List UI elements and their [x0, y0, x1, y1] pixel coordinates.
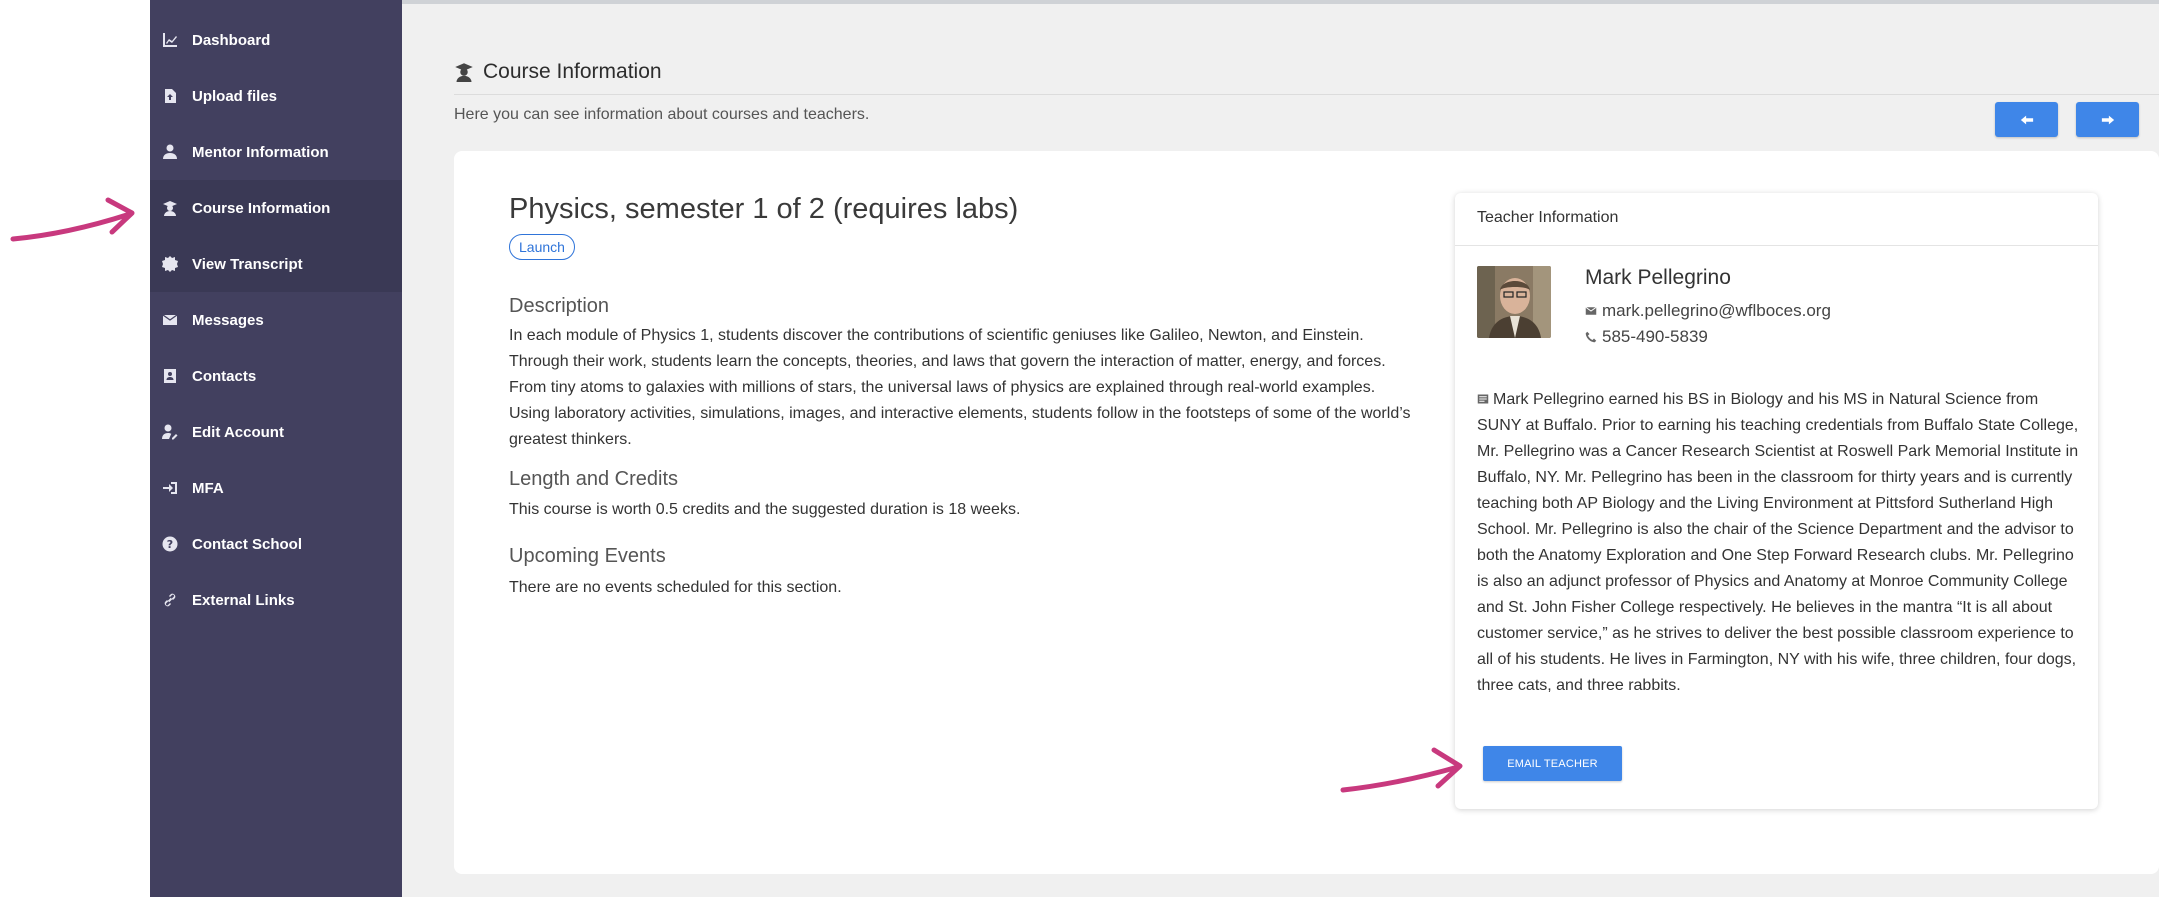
- sidebar-item-contact-school[interactable]: ? Contact School: [150, 516, 402, 572]
- sidebar-item-label: Messages: [192, 311, 264, 329]
- link-icon: [159, 589, 181, 611]
- annotation-arrow-sidebar: [10, 197, 135, 242]
- annotation-arrow-email: [1340, 747, 1463, 793]
- envelope-icon: [159, 309, 181, 331]
- teacher-card: Teacher Information Mark Pellegrino mark…: [1455, 193, 2098, 809]
- teacher-bio: Mark Pellegrino earned his BS in Biology…: [1477, 387, 2082, 699]
- sidebar-item-label: External Links: [192, 591, 295, 609]
- file-upload-icon: [159, 85, 181, 107]
- teacher-bio-text: Mark Pellegrino earned his BS in Biology…: [1477, 391, 2079, 694]
- sidebar-item-messages[interactable]: Messages: [150, 292, 402, 348]
- svg-text:?: ?: [167, 538, 173, 551]
- question-circle-icon: ?: [159, 533, 181, 555]
- envelope-icon: [1585, 306, 1597, 315]
- previous-button[interactable]: [1995, 102, 2058, 137]
- sidebar-item-mentor-information[interactable]: Mentor Information: [150, 124, 402, 180]
- launch-button[interactable]: Launch: [509, 234, 575, 260]
- top-border: [402, 0, 2159, 8]
- main-content: Course Information Here you can see info…: [402, 8, 2159, 897]
- page-subtitle: Here you can see information about cours…: [454, 106, 870, 123]
- page-title-text: Course Information: [483, 60, 662, 83]
- badge-icon: [159, 253, 181, 275]
- graduate-icon: [159, 197, 181, 219]
- header-divider: [454, 94, 2159, 95]
- sidebar-item-label: Contacts: [192, 367, 257, 385]
- sidebar-item-upload-files[interactable]: Upload files: [150, 68, 402, 124]
- arrow-left-icon: [2020, 115, 2033, 124]
- user-tie-icon: [159, 141, 181, 163]
- sidebar-item-dashboard[interactable]: Dashboard: [150, 12, 402, 68]
- user-edit-icon: [159, 421, 181, 443]
- description-text: In each module of Physics 1, students di…: [509, 327, 1411, 448]
- teacher-name: Mark Pellegrino: [1585, 266, 1731, 289]
- events-heading: Upcoming Events: [509, 545, 666, 567]
- teacher-card-divider: [1455, 245, 2098, 246]
- teacher-email[interactable]: mark.pellegrino@wflboces.org: [1585, 301, 1831, 321]
- sidebar-item-label: Contact School: [192, 535, 303, 553]
- sidebar-item-label: MFA: [192, 479, 224, 497]
- address-book-icon: [159, 365, 181, 387]
- teacher-phone-text: 585-490-5839: [1602, 327, 1708, 346]
- arrow-right-icon: [2101, 115, 2114, 124]
- sidebar-item-label: Edit Account: [192, 423, 284, 441]
- teacher-card-title: Teacher Information: [1477, 209, 1619, 226]
- length-text: This course is worth 0.5 credits and the…: [509, 501, 1021, 518]
- events-text: There are no events scheduled for this s…: [509, 579, 842, 596]
- email-teacher-button[interactable]: EMAIL TEACHER: [1483, 746, 1622, 781]
- page-title: Course Information: [454, 60, 662, 84]
- length-heading: Length and Credits: [509, 468, 679, 490]
- sidebar-item-contacts[interactable]: Contacts: [150, 348, 402, 404]
- sidebar-item-label: Mentor Information: [192, 143, 329, 161]
- id-card-icon: [1477, 394, 1489, 404]
- sidebar-item-label: Dashboard: [192, 31, 271, 49]
- sidebar: Dashboard Upload files Mentor Informatio…: [150, 0, 402, 897]
- teacher-avatar: [1477, 266, 1551, 338]
- sidebar-item-label: View Transcript: [192, 255, 303, 273]
- sidebar-item-label: Upload files: [192, 87, 278, 105]
- course-card: Physics, semester 1 of 2 (requires labs)…: [454, 151, 2159, 874]
- sidebar-item-edit-account[interactable]: Edit Account: [150, 404, 402, 460]
- chart-icon: [159, 29, 181, 51]
- teacher-email-text: mark.pellegrino@wflboces.org: [1602, 301, 1831, 320]
- sidebar-item-external-links[interactable]: External Links: [150, 572, 402, 628]
- graduate-icon: [455, 63, 473, 82]
- sidebar-item-view-transcript[interactable]: View Transcript: [150, 236, 402, 292]
- course-title: Physics, semester 1 of 2 (requires labs): [509, 193, 1019, 225]
- description-heading: Description: [509, 295, 610, 317]
- sidebar-item-course-information[interactable]: Course Information: [150, 180, 402, 236]
- sidebar-item-mfa[interactable]: MFA: [150, 460, 402, 516]
- sidebar-item-label: Course Information: [192, 199, 331, 217]
- next-button[interactable]: [2076, 102, 2139, 137]
- sign-in-icon: [159, 477, 181, 499]
- phone-icon: [1585, 331, 1597, 343]
- teacher-phone: 585-490-5839: [1585, 327, 1708, 347]
